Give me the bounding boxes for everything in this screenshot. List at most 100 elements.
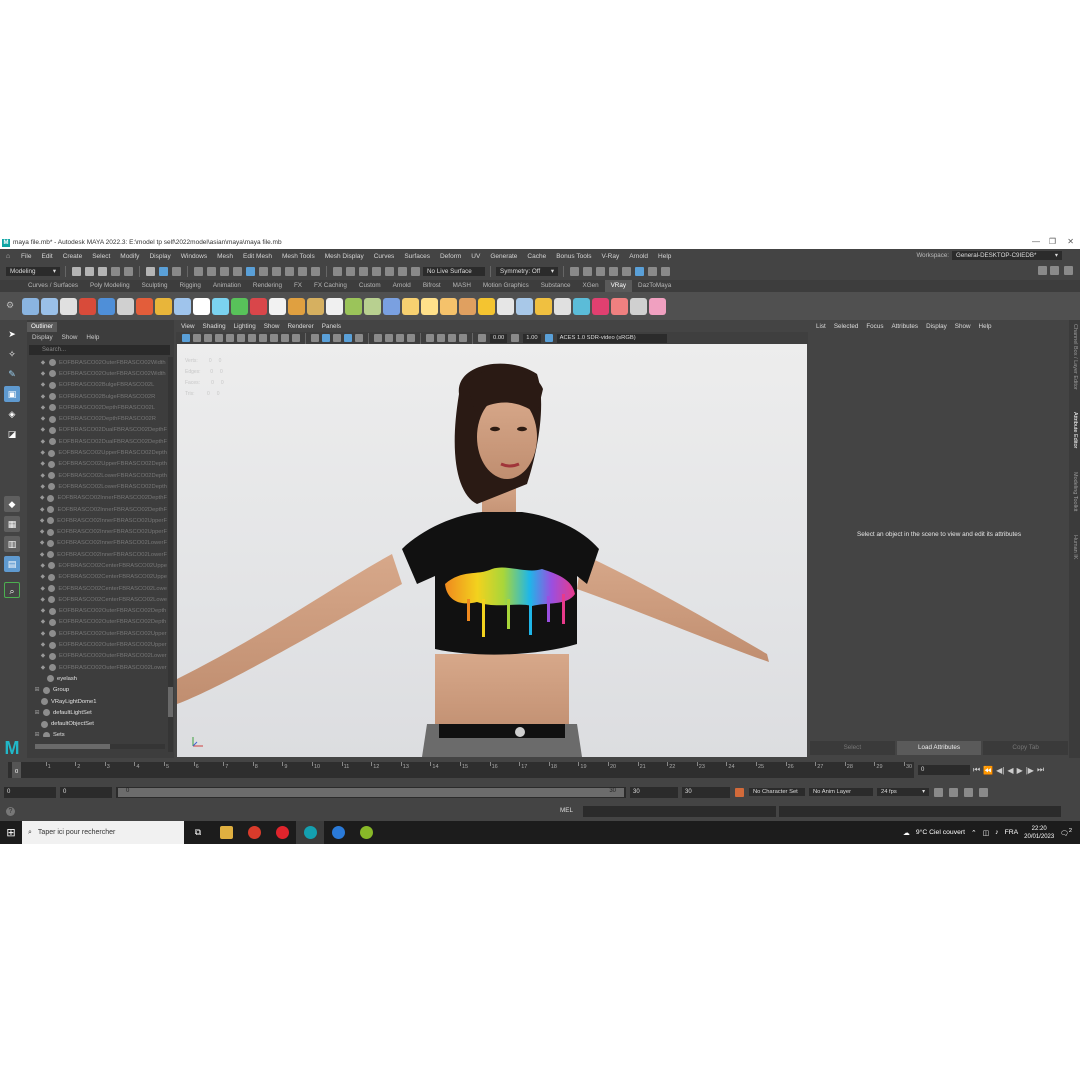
select-by-surface-icon[interactable]	[233, 266, 242, 276]
outliner-item[interactable]: ◆ EOFBRASCO02InnerFBRASCO02DepthF	[27, 504, 167, 515]
redo-icon[interactable]	[124, 266, 133, 276]
undo-icon[interactable]	[111, 266, 120, 276]
mel-label[interactable]: MEL	[560, 807, 573, 814]
shelf-tab-bifrost[interactable]: Bifrost	[417, 280, 447, 292]
select-by-joint-icon[interactable]	[207, 266, 216, 276]
minimize-button[interactable]: —	[1032, 237, 1040, 246]
camera-icon[interactable]	[182, 334, 190, 342]
select-hierarchy-icon[interactable]	[146, 266, 155, 276]
shelf-tool-icon[interactable]	[497, 297, 514, 315]
menuset-dropdown[interactable]: Modeling ▾	[6, 266, 60, 276]
outliner-item[interactable]: ◆ EOFBRASCO02OuterFBRASCO02Upper	[27, 628, 167, 639]
file-explorer-icon[interactable]	[212, 821, 240, 844]
expand-icon[interactable]: ◆	[39, 427, 47, 433]
go-to-end-icon[interactable]: ⏭	[1037, 765, 1044, 775]
weather-text[interactable]: 9°C Ciel couvert	[916, 829, 965, 836]
shelf-tool-icon[interactable]	[440, 297, 457, 315]
resolution-gate-icon[interactable]	[248, 334, 256, 342]
shelf-tool-icon[interactable]	[421, 297, 438, 315]
task-view-icon[interactable]: ⧉	[184, 821, 212, 844]
shadows-icon[interactable]	[374, 334, 382, 342]
shelf-tool-icon[interactable]	[402, 297, 419, 315]
expand-icon[interactable]: ◆	[39, 574, 46, 580]
select-by-render-icon[interactable]	[272, 266, 281, 276]
range-slider[interactable]: 0 30	[116, 786, 626, 798]
outliner-item[interactable]: ◆ EOFBRASCO02UpperFBRASCO02Depth	[27, 447, 167, 458]
shelf-tab-mash[interactable]: MASH	[447, 280, 477, 292]
safe-title-icon[interactable]	[292, 334, 300, 342]
viewport-menu-show[interactable]: Show	[264, 321, 280, 332]
expand-icon[interactable]: ◆	[39, 529, 45, 535]
shelf-tool-icon[interactable]	[649, 297, 666, 315]
step-back-key-icon[interactable]: ⏪	[983, 766, 993, 775]
outliner-item[interactable]: ◆ EOFBRASCO02InnerFBRASCO02DepthF	[27, 493, 167, 504]
ipr-render-icon[interactable]	[596, 266, 605, 276]
rotate-tool-icon[interactable]: ◈	[4, 406, 20, 422]
gamma-field[interactable]: 1.00	[523, 333, 541, 343]
character-set-dropdown[interactable]: No Character Set	[749, 788, 805, 796]
select-by-dynamic-icon[interactable]	[259, 266, 268, 276]
shelf-tool-icon[interactable]	[288, 297, 305, 315]
shelf-tab-vray[interactable]: VRay	[604, 280, 633, 292]
shelf-tool-icon[interactable]	[592, 297, 609, 315]
outliner-menu-help[interactable]: Help	[86, 333, 99, 343]
play-backward-icon[interactable]: ◀	[1007, 766, 1013, 775]
shelf-tab-rigging[interactable]: Rigging	[174, 280, 207, 292]
pause-icon[interactable]	[661, 266, 670, 276]
outliner-layout-icon[interactable]: ▤	[4, 556, 20, 572]
step-back-frame-icon[interactable]: ◀|	[996, 766, 1004, 775]
hypershade-icon[interactable]	[622, 266, 631, 276]
ae-menu-list[interactable]: List	[816, 322, 826, 332]
highlight-selection-icon[interactable]	[311, 266, 320, 276]
shelf-tool-icon[interactable]	[269, 297, 286, 315]
toggle-panel-icon[interactable]	[1050, 266, 1059, 275]
outliner-item[interactable]: ◆ EOFBRASCO02CenterFBRASCO02Uppe	[27, 560, 167, 571]
live-surface-field[interactable]: No Live Surface	[423, 266, 485, 276]
outliner-item[interactable]: ◆ EOFBRASCO02CenterFBRASCO02Lowe	[27, 594, 167, 605]
viewport-menu-lighting[interactable]: Lighting	[234, 321, 256, 332]
outliner-item[interactable]: ◆ EOFBRASCO02OuterFBRASCO02Depth	[27, 617, 167, 628]
smooth-shade-icon[interactable]	[322, 334, 330, 342]
shelf-tool-icon[interactable]	[535, 297, 552, 315]
lasso-tool-icon[interactable]: ✧	[4, 346, 20, 362]
snap-grid-icon[interactable]	[333, 266, 342, 276]
shelf-tool-icon[interactable]	[307, 297, 324, 315]
expand-icon[interactable]: ◆	[39, 495, 45, 501]
viewport-menu-view[interactable]: View	[181, 321, 195, 332]
expand-icon[interactable]: ⊞	[33, 710, 41, 716]
grid-icon[interactable]	[226, 334, 234, 342]
outliner-item[interactable]: ⊞ defaultLightSet	[27, 707, 167, 718]
help-icon[interactable]: ?	[6, 807, 15, 816]
outliner-item[interactable]: ◆ EOFBRASCO02BulgeFBRASCO02L	[27, 380, 167, 391]
shelf-tool-icon[interactable]	[60, 297, 77, 315]
menu-mesh[interactable]: Mesh	[212, 253, 238, 260]
language-indicator[interactable]: FRA	[1005, 829, 1019, 836]
expand-icon[interactable]: ◆	[39, 382, 47, 388]
symmetry-dropdown[interactable]: Symmetry: Off ▾	[496, 266, 558, 276]
snap-surface-icon[interactable]	[385, 266, 394, 276]
open-scene-icon[interactable]	[85, 266, 94, 276]
menu-curves[interactable]: Curves	[369, 253, 400, 260]
menu-select[interactable]: Select	[87, 253, 115, 260]
default-material-icon[interactable]	[333, 334, 341, 342]
xray-icon[interactable]	[437, 334, 445, 342]
outliner-item[interactable]: ◆ EOFBRASCO02OuterFBRASCO02Width	[27, 368, 167, 379]
weather-icon[interactable]: ☁	[903, 829, 910, 837]
menu-edit-mesh[interactable]: Edit Mesh	[238, 253, 277, 260]
go-to-start-icon[interactable]: ⏮	[973, 765, 980, 775]
expand-icon[interactable]: ◆	[39, 394, 47, 400]
command-input[interactable]	[583, 806, 776, 817]
outliner-item[interactable]: ◆ EOFBRASCO02OuterFBRASCO02Width	[27, 357, 167, 368]
expand-icon[interactable]: ◆	[39, 631, 47, 637]
shelf-tool-icon[interactable]	[611, 297, 628, 315]
lock-selection-icon[interactable]	[298, 266, 307, 276]
current-frame-field[interactable]: 0	[918, 765, 970, 775]
expand-icon[interactable]: ◆	[39, 540, 45, 546]
windows-start-icon[interactable]: ⊞	[0, 826, 22, 839]
xray-components-icon[interactable]	[459, 334, 467, 342]
render-frame-icon[interactable]	[583, 266, 592, 276]
auto-key-icon[interactable]	[735, 787, 744, 797]
exposure-field[interactable]: 0.00	[490, 333, 508, 343]
playback-end-field[interactable]: 30	[630, 786, 678, 798]
outliner-item[interactable]: ◆ EOFBRASCO02CenterFBRASCO02Lowe	[27, 583, 167, 594]
